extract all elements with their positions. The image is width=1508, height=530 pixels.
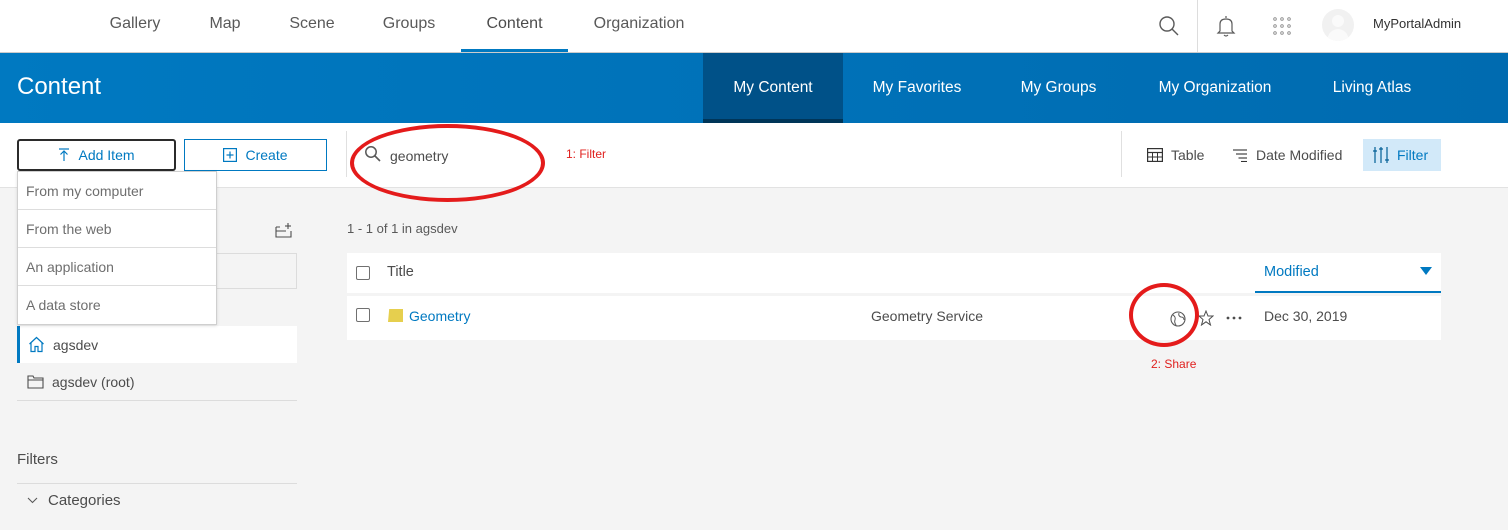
filter-label: Filter (1397, 147, 1429, 163)
nav-organization[interactable]: Organization (586, 0, 692, 52)
page-title: Content (17, 73, 102, 100)
folder-item-agsdev[interactable]: agsdev (17, 326, 297, 363)
tab-my-content[interactable]: My Content (703, 53, 843, 123)
tab-my-groups[interactable]: My Groups (1005, 53, 1112, 123)
sidebar-divider (17, 483, 297, 484)
sidebar-divider (17, 400, 297, 401)
table-view-label: Table (1171, 147, 1205, 163)
avatar[interactable] (1322, 9, 1354, 41)
nav-gallery[interactable]: Gallery (103, 0, 167, 52)
add-item-label: Add Item (78, 147, 135, 163)
tab-my-favorites[interactable]: My Favorites (855, 53, 979, 123)
favorite-star-icon[interactable] (1197, 309, 1215, 327)
username[interactable]: MyPortalAdmin (1373, 16, 1461, 31)
column-modified[interactable]: Modified (1255, 253, 1441, 293)
column-title[interactable]: Title (387, 264, 414, 280)
filters-heading: Filters (17, 451, 58, 468)
search-icon[interactable] (1155, 12, 1183, 40)
menu-item-an-application[interactable]: An application (18, 248, 216, 286)
menu-item-a-data-store[interactable]: A data store (18, 286, 216, 324)
menu-item-from-my-computer[interactable]: From my computer (18, 172, 216, 210)
select-all-checkbox[interactable] (356, 266, 370, 280)
content-toolbar: Add Item Create Table Date Modified Filt… (0, 123, 1508, 188)
table-header: Title Modified (347, 253, 1441, 293)
new-folder-icon[interactable] (274, 221, 294, 239)
row-checkbox[interactable] (356, 308, 370, 322)
filter-button[interactable]: Filter (1363, 139, 1441, 171)
annotation-filter-label: 1: Filter (566, 147, 607, 161)
folder-label: agsdev (root) (52, 373, 135, 390)
app-launcher-icon[interactable] (1268, 12, 1296, 40)
add-item-menu: From my computer From the web An applica… (17, 171, 217, 325)
toolbar-divider (1121, 131, 1122, 177)
chevron-down-icon (27, 497, 38, 504)
item-modified-date: Dec 30, 2019 (1264, 308, 1348, 324)
table-row: Geometry Geometry Service Dec 30, 2019 (347, 296, 1441, 340)
table-view-button[interactable]: Table (1137, 139, 1214, 171)
top-navigation: Gallery Map Scene Groups Content Organiz… (0, 0, 1508, 53)
menu-item-from-the-web[interactable]: From the web (18, 210, 216, 248)
sort-icon (1233, 149, 1247, 162)
toolbar-divider (346, 131, 347, 177)
more-options-icon[interactable] (1224, 310, 1244, 326)
item-type: Geometry Service (871, 308, 984, 324)
folder-item-agsdev-root[interactable]: agsdev (root) (17, 363, 297, 400)
categories-label: Categories (48, 492, 121, 509)
nav-divider (1197, 0, 1198, 52)
results-count: 1 - 1 of 1 in agsdev (347, 221, 458, 236)
folder-label: agsdev (53, 336, 99, 353)
sort-label: Date Modified (1256, 147, 1343, 163)
filter-sliders-icon (1373, 147, 1389, 163)
folder-icon (27, 374, 44, 389)
plus-square-icon (223, 148, 238, 162)
sort-descending-icon (1420, 267, 1432, 275)
create-button[interactable]: Create (184, 139, 327, 171)
upload-icon (59, 148, 70, 161)
content-header: Content My Content My Favorites My Group… (0, 53, 1508, 123)
nav-map[interactable]: Map (203, 0, 247, 52)
nav-content[interactable]: Content (461, 0, 568, 52)
search-input[interactable] (390, 143, 530, 169)
tab-living-atlas[interactable]: Living Atlas (1316, 53, 1428, 123)
column-modified-label: Modified (1264, 264, 1319, 280)
item-title-link[interactable]: Geometry (409, 308, 470, 324)
bell-icon[interactable] (1213, 12, 1239, 40)
tab-my-organization[interactable]: My Organization (1140, 53, 1290, 123)
share-globe-icon[interactable] (1169, 310, 1186, 327)
categories-toggle[interactable]: Categories (27, 492, 121, 509)
create-label: Create (245, 147, 288, 163)
search-icon (362, 143, 384, 165)
annotation-share-label: 2: Share (1151, 357, 1197, 371)
item-thumbnail (388, 309, 403, 322)
nav-groups[interactable]: Groups (376, 0, 442, 52)
sort-button[interactable]: Date Modified (1222, 139, 1352, 171)
home-icon (29, 336, 44, 353)
add-item-button[interactable]: Add Item (17, 139, 176, 171)
nav-scene[interactable]: Scene (284, 0, 340, 52)
table-icon (1147, 148, 1163, 162)
